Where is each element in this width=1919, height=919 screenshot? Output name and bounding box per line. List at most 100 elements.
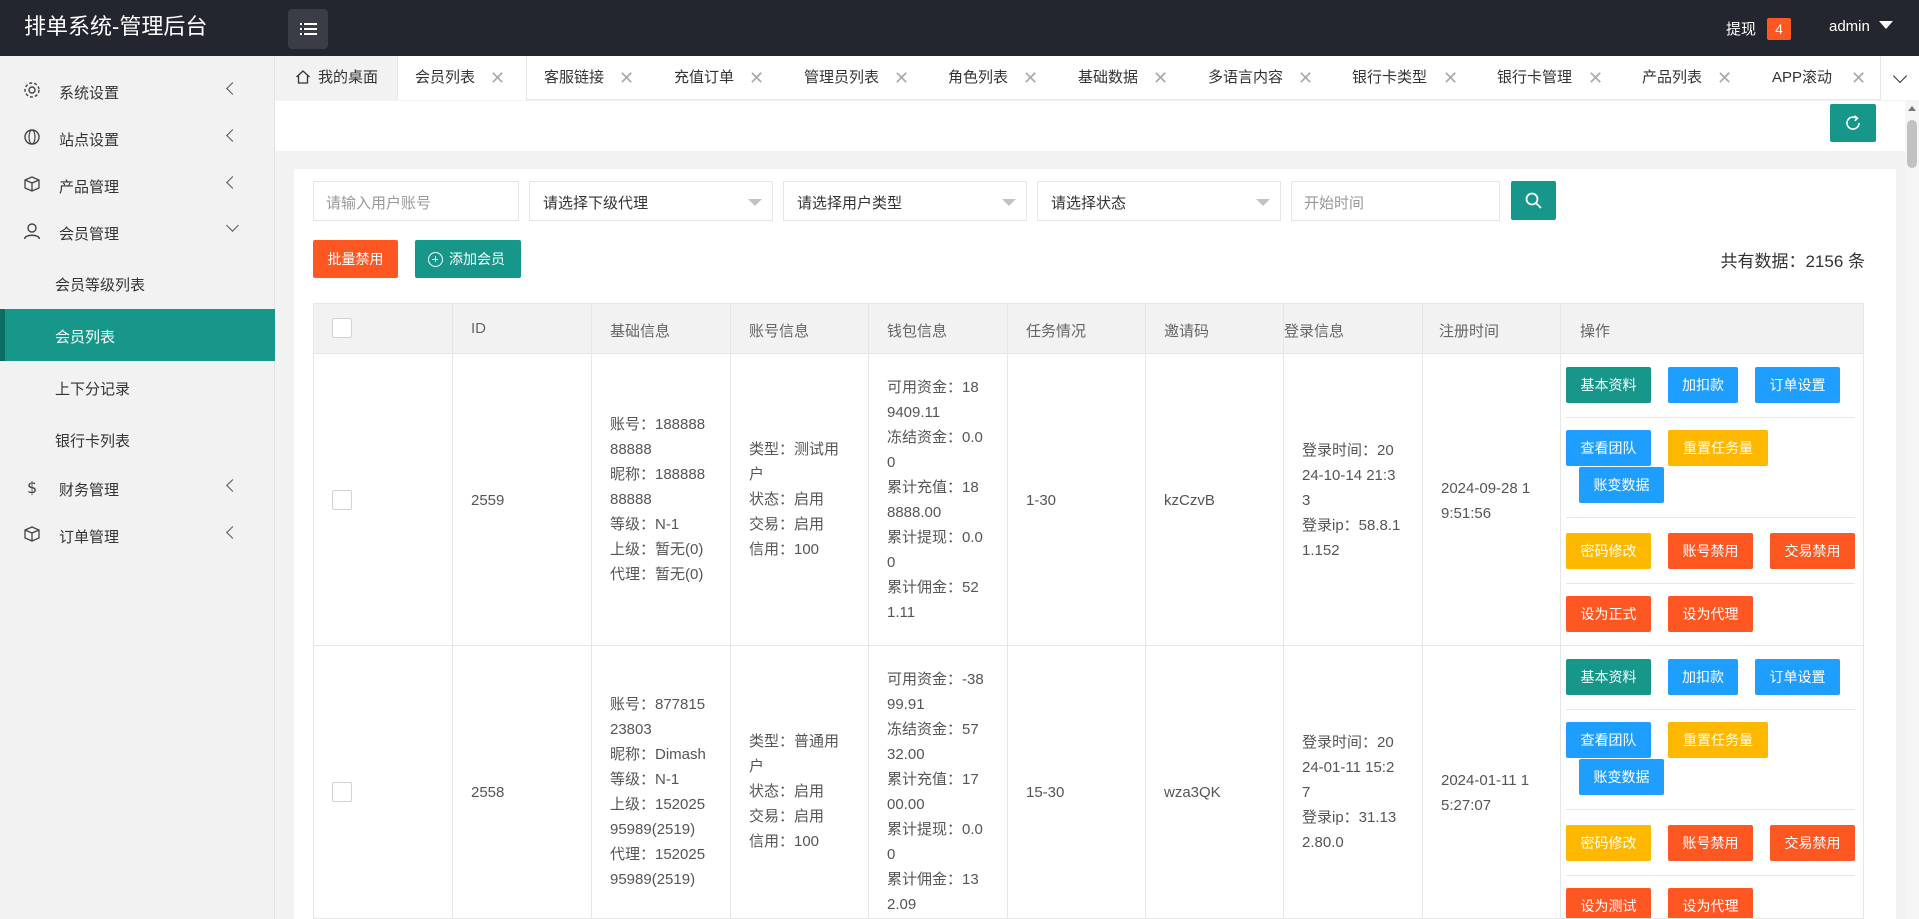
menu-toggle-button[interactable] — [288, 9, 328, 49]
user-menu[interactable]: admin — [1829, 18, 1870, 35]
tab-label: 多语言内容 — [1208, 69, 1284, 86]
tab-recharge-orders[interactable]: 充值订单 ✕ — [657, 56, 787, 100]
tab-product-list[interactable]: 产品列表 ✕ — [1625, 56, 1755, 100]
select-all-checkbox[interactable] — [332, 318, 352, 338]
tab-bank-card-management[interactable]: 银行卡管理 ✕ — [1480, 56, 1625, 100]
box-icon — [24, 176, 40, 192]
caret-down-icon[interactable] — [1879, 21, 1893, 29]
tab-customer-service-links[interactable]: 客服链接 ✕ — [527, 56, 657, 100]
tab-label: APP滚动 — [1772, 69, 1833, 86]
set-test-button[interactable]: 设为测试 — [1566, 888, 1651, 918]
sidebar-subitem-member-list[interactable]: 会员列表 — [0, 309, 275, 361]
tab-label: 银行卡管理 — [1497, 69, 1573, 86]
status-select[interactable]: 请选择状态 — [1037, 181, 1281, 221]
account-search-input[interactable]: 请输入用户账号 — [313, 181, 519, 221]
close-icon[interactable]: ✕ — [1851, 56, 1866, 100]
select-value: 请选择状态 — [1051, 195, 1127, 212]
page-scrollbar[interactable] — [1905, 101, 1919, 919]
close-icon[interactable]: ✕ — [1153, 56, 1168, 100]
agent-select[interactable]: 请选择下级代理 — [529, 181, 773, 221]
adjust-balance-button[interactable]: 加扣款 — [1668, 367, 1738, 403]
cell-basic-info: 账号：188888 88888 昵称：188888 88888 等级：N-1 上… — [610, 416, 706, 583]
tabs-more-button[interactable] — [1880, 56, 1919, 100]
close-icon[interactable]: ✕ — [1588, 56, 1603, 100]
column-header: 基础信息 — [610, 323, 671, 340]
change-password-button[interactable]: 密码修改 — [1566, 825, 1651, 861]
close-icon[interactable]: ✕ — [894, 56, 909, 100]
balance-changes-button[interactable]: 账变数据 — [1579, 467, 1664, 503]
tab-bank-card-types[interactable]: 银行卡类型 ✕ — [1335, 56, 1480, 100]
disable-account-button[interactable]: 账号禁用 — [1668, 825, 1753, 861]
sidebar-item-label: 会员管理 — [59, 226, 120, 243]
sidebar-item-product-management[interactable]: 产品管理 — [0, 162, 275, 208]
row-checkbox[interactable] — [332, 782, 352, 802]
cell-account-info: 类型：普通用 户 状态：启用 交易：启用 信用：100 — [749, 733, 840, 850]
cell-task: 15-30 — [1026, 784, 1065, 801]
order-settings-button[interactable]: 订单设置 — [1755, 367, 1840, 403]
sidebar-item-system-settings[interactable]: 系统设置 — [0, 68, 275, 114]
reset-task-button[interactable]: 重置任务量 — [1668, 430, 1768, 466]
basic-info-button[interactable]: 基本资料 — [1566, 659, 1651, 695]
sidebar-item-site-settings[interactable]: 站点设置 — [0, 115, 275, 161]
view-team-button[interactable]: 查看团队 — [1566, 722, 1651, 758]
user-type-select[interactable]: 请选择用户类型 — [783, 181, 1027, 221]
chevron-down-icon — [226, 219, 239, 232]
sidebar-subitem-bank-card-list[interactable]: 银行卡列表 — [0, 413, 275, 465]
close-icon[interactable]: ✕ — [1717, 56, 1732, 100]
row-checkbox[interactable] — [332, 490, 352, 510]
sidebar-item-label: 站点设置 — [59, 132, 120, 149]
sidebar-item-finance-management[interactable]: $ 财务管理 — [0, 465, 275, 511]
home-icon — [296, 70, 310, 84]
user-icon — [23, 223, 41, 240]
set-agent-button[interactable]: 设为代理 — [1668, 596, 1753, 632]
close-icon[interactable]: ✕ — [1443, 56, 1458, 100]
close-icon[interactable]: ✕ — [749, 56, 764, 100]
tab-label: 角色列表 — [948, 69, 1009, 86]
change-password-button[interactable]: 密码修改 — [1566, 533, 1651, 569]
view-team-button[interactable]: 查看团队 — [1566, 430, 1651, 466]
chevron-down-icon — [1892, 68, 1908, 84]
set-agent-button[interactable]: 设为代理 — [1668, 888, 1753, 918]
adjust-balance-button[interactable]: 加扣款 — [1668, 659, 1738, 695]
tab-basic-data[interactable]: 基础数据 ✕ — [1061, 56, 1191, 100]
order-settings-button[interactable]: 订单设置 — [1755, 659, 1840, 695]
search-button[interactable] — [1511, 181, 1556, 220]
start-time-input[interactable]: 开始时间 — [1291, 181, 1500, 221]
withdraw-link[interactable]: 提现 — [1726, 18, 1756, 39]
sidebar-item-member-management[interactable]: 会员管理 — [0, 209, 275, 255]
sidebar-subitem-member-levels[interactable]: 会员等级列表 — [0, 257, 275, 309]
sidebar: 系统设置 站点设置 产品管理 会员管理 会员等级列表 会员列表 上下分记录 银行… — [0, 56, 275, 919]
set-formal-button[interactable]: 设为正式 — [1566, 596, 1651, 632]
tab-member-list[interactable]: 会员列表 ✕ — [397, 56, 527, 100]
close-icon[interactable]: ✕ — [1298, 56, 1313, 100]
reset-task-button[interactable]: 重置任务量 — [1668, 722, 1768, 758]
tab-multilanguage[interactable]: 多语言内容 ✕ — [1191, 56, 1335, 100]
close-icon[interactable]: ✕ — [1023, 56, 1038, 100]
basic-info-button[interactable]: 基本资料 — [1566, 367, 1651, 403]
tab-admin-list[interactable]: 管理员列表 ✕ — [787, 56, 931, 100]
disable-trading-button[interactable]: 交易禁用 — [1770, 825, 1855, 861]
add-member-button[interactable]: 添加会员 — [415, 240, 521, 278]
disable-trading-button[interactable]: 交易禁用 — [1770, 533, 1855, 569]
top-header: 排单系统-管理后台 提现 4 admin — [0, 0, 1919, 56]
sidebar-item-order-management[interactable]: 订单管理 — [0, 512, 275, 558]
refresh-button[interactable] — [1830, 104, 1876, 142]
tab-label: 我的桌面 — [318, 69, 379, 86]
tab-role-list[interactable]: 角色列表 ✕ — [931, 56, 1061, 100]
refresh-icon — [1846, 115, 1860, 130]
caret-down-icon — [748, 199, 762, 206]
plus-circle-icon — [428, 252, 443, 267]
close-icon[interactable]: ✕ — [490, 56, 505, 100]
button-label: 添加会员 — [449, 251, 505, 267]
scrollbar-thumb[interactable] — [1907, 120, 1917, 168]
batch-disable-button[interactable]: 批量禁用 — [313, 240, 398, 278]
tab-app-scroll[interactable]: APP滚动 ✕ — [1755, 56, 1880, 100]
sidebar-subitem-points-records[interactable]: 上下分记录 — [0, 361, 275, 413]
cell-wallet-info: 可用资金：18 9409.11 冻结资金：0.0 0 累计充值：18 8888.… — [887, 379, 983, 621]
balance-changes-button[interactable]: 账变数据 — [1579, 759, 1664, 795]
close-icon[interactable]: ✕ — [619, 56, 634, 100]
disable-account-button[interactable]: 账号禁用 — [1668, 533, 1753, 569]
sidebar-subitem-label: 银行卡列表 — [55, 433, 131, 450]
tab-dashboard[interactable]: 我的桌面 — [275, 56, 397, 100]
scroll-up-icon[interactable] — [1908, 106, 1916, 111]
